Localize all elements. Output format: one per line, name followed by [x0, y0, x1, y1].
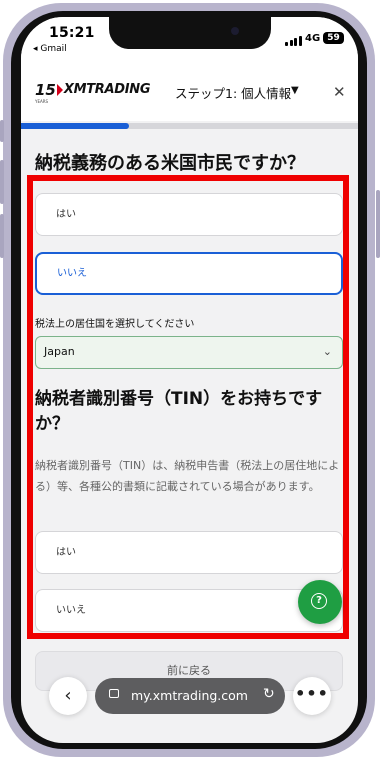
logo-years: YEARS: [35, 99, 49, 104]
logo-x-mark-icon: [56, 84, 63, 96]
residence-country-label: 税法上の居住国を選択してください: [35, 319, 195, 330]
residence-country-value: Japan: [44, 345, 75, 358]
chevron-down-icon: ⌄: [322, 345, 332, 358]
xm-logo: 15 XMTRADING: [35, 81, 151, 99]
logo-brand: XMTRADING: [63, 82, 151, 97]
network-type: 4G: [305, 33, 321, 44]
url-text: my.xmtrading.com: [131, 688, 248, 703]
question-tin: 納税者識別番号（TIN）をお持ちですか？: [35, 389, 323, 434]
help-button[interactable]: ?: [298, 580, 342, 624]
phone-volume-up-button: [0, 160, 4, 204]
option-yes-us-citizen[interactable]: はい: [35, 193, 343, 236]
close-icon[interactable]: ✕: [333, 83, 346, 101]
address-bar[interactable]: my.xmtrading.com ↻: [95, 678, 285, 714]
question-us-citizen: 納税義務のある米国市民ですか？: [35, 153, 305, 174]
dynamic-island: [109, 17, 271, 49]
progress-bar: [21, 123, 358, 129]
residence-country-select[interactable]: Japan ⌄: [35, 336, 343, 369]
app-header: 15 XMTRADING YEARS ステップ1: 個人情報 ▼ ✕: [21, 61, 358, 121]
progress-fill: [21, 123, 129, 129]
camera-icon: [231, 27, 239, 35]
phone-volume-down-button: [0, 214, 4, 258]
ellipsis-icon[interactable]: •••: [293, 677, 331, 715]
reload-icon[interactable]: ↻: [263, 686, 275, 702]
screen: 15:21 ◂ Gmail 4G 59 15 XMTRADING YEARS ス…: [21, 17, 358, 743]
step-dropdown[interactable]: ステップ1: 個人情報: [175, 83, 291, 102]
phone-side-button-left: [0, 120, 4, 142]
battery-icon: 59: [323, 32, 344, 44]
option-yes-tin[interactable]: はい: [35, 531, 343, 574]
tin-description: 納税者識別番号（TIN）は、納税申告書（税法上の居住地による）等、各種公的書類に…: [35, 459, 340, 493]
signal-icon: [285, 36, 302, 46]
phone-power-button: [376, 190, 380, 258]
tabs-icon[interactable]: [109, 689, 119, 698]
status-time: 15:21: [49, 25, 95, 41]
option-no-us-citizen[interactable]: いいえ: [35, 252, 343, 295]
chevron-left-icon[interactable]: ‹: [49, 677, 87, 715]
logo-number: 15: [35, 81, 56, 99]
question-mark-icon: ?: [311, 593, 327, 609]
chevron-down-icon[interactable]: ▼: [291, 85, 299, 96]
back-to-app-link[interactable]: ◂ Gmail: [33, 44, 67, 54]
status-bar: 15:21 ◂ Gmail 4G 59: [21, 17, 358, 61]
option-no-tin[interactable]: いいえ: [35, 589, 343, 632]
